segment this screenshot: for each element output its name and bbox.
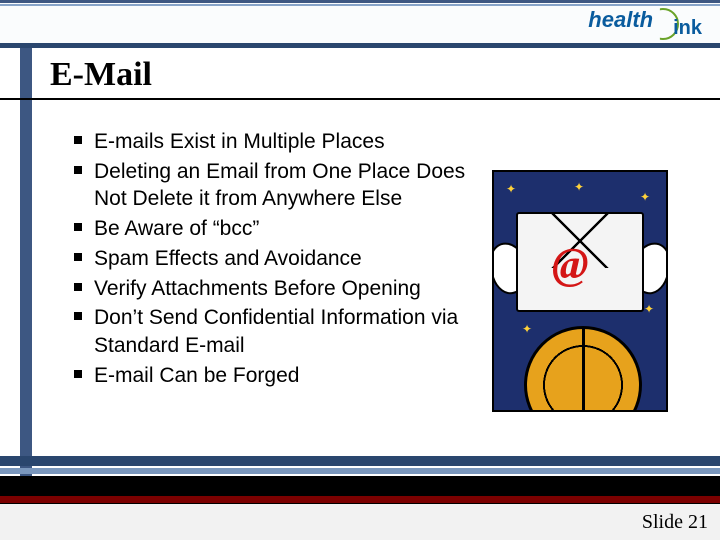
bullet-item: Verify Attachments Before Opening [74,275,488,303]
bullet-item: E-mails Exist in Multiple Places [74,128,488,156]
star-icon: ✦ [640,190,650,204]
bullet-item: Deleting an Email from One Place Does No… [74,158,488,213]
star-icon: ✦ [506,182,516,196]
star-icon: ✦ [522,322,532,336]
email-clipart: ✦ ✦ ✦ ✦ ✦ @ [492,170,668,412]
top-bar: health ink [0,0,720,48]
at-sign-icon: @ [552,238,589,289]
logo-text-link: ink [673,17,702,40]
bullet-item: Don’t Send Confidential Information via … [74,304,488,359]
title-underline [0,98,720,100]
footer-bar: Slide 21 [0,504,720,540]
logo-text-health: health [588,7,653,33]
bullet-content: E-mails Exist in Multiple Places Deletin… [74,128,488,391]
bullet-list: E-mails Exist in Multiple Places Deletin… [74,128,488,389]
left-accent-stripe [20,0,32,498]
bullet-item: E-mail Can be Forged [74,362,488,390]
slide-number: Slide 21 [642,511,708,534]
bullet-item: Spam Effects and Avoidance [74,245,488,273]
star-icon: ✦ [574,180,584,194]
slide-title: E-Mail [50,56,152,94]
healthlink-logo: health ink [588,8,702,40]
divider-stripe [0,468,720,474]
divider-stripe [0,456,720,466]
bullet-item: Be Aware of “bcc” [74,215,488,243]
black-band [0,476,720,502]
globe-icon [524,326,642,412]
star-icon: ✦ [644,302,654,316]
